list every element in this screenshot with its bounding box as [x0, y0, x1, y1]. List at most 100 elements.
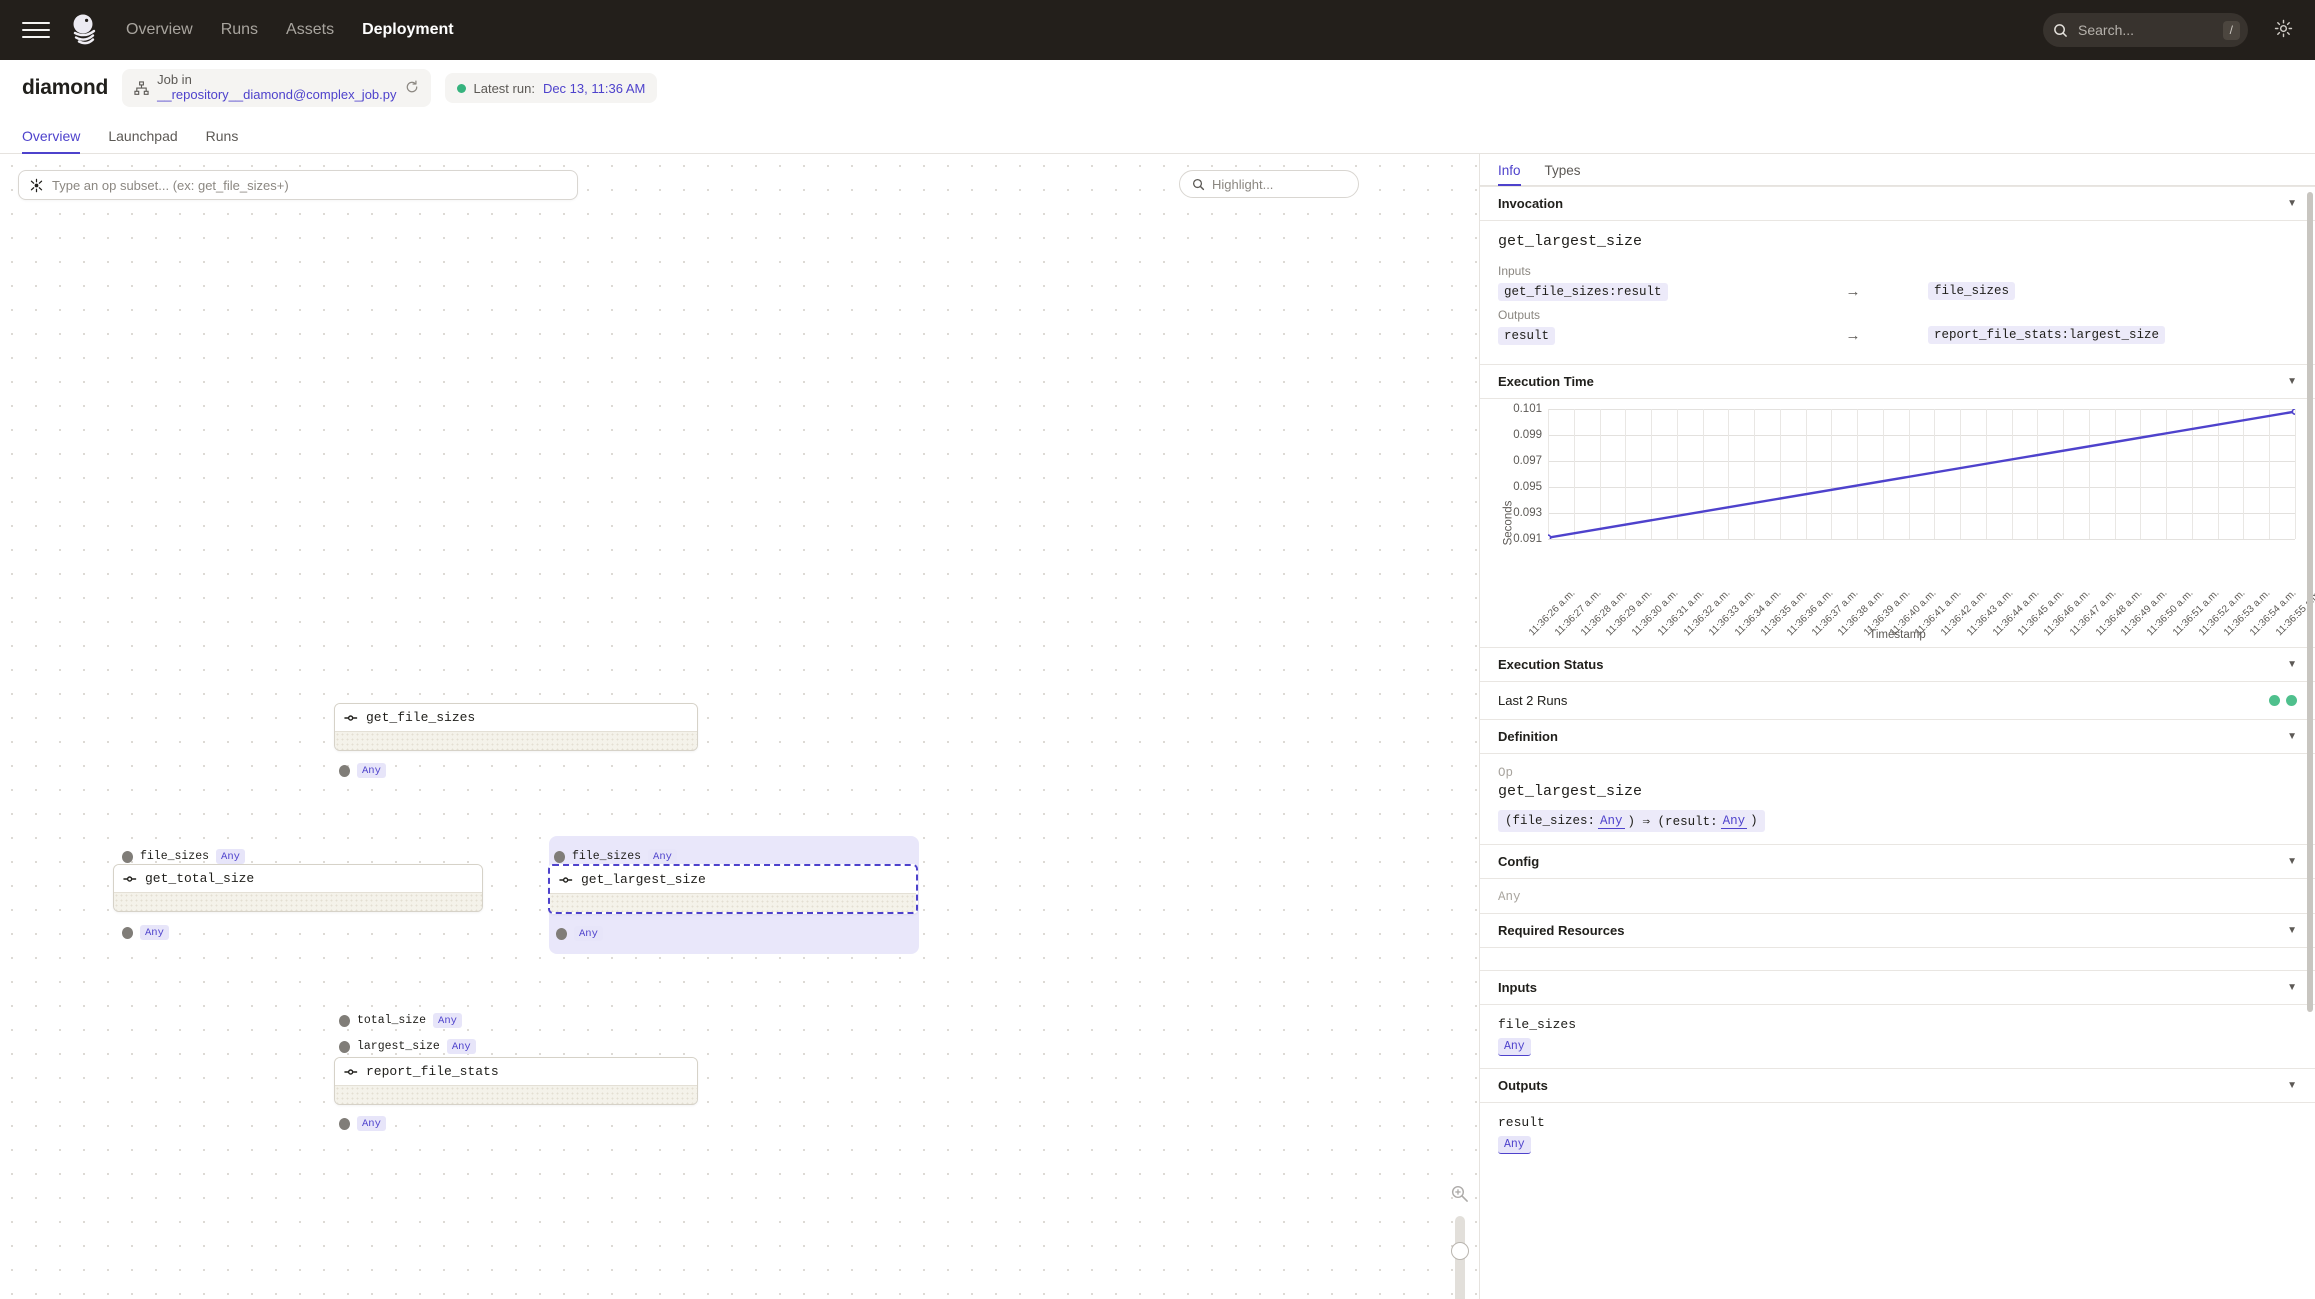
op-graph-canvas[interactable]: Type an op subset... (ex: get_file_sizes…: [0, 154, 1480, 1299]
gear-icon[interactable]: [2274, 19, 2293, 41]
reload-icon[interactable]: [405, 80, 419, 97]
tab-runs[interactable]: Runs: [192, 128, 253, 153]
input-handle-get_largest_size[interactable]: file_sizes Any: [554, 849, 677, 864]
graph-node-get_total_size[interactable]: get_total_size: [113, 864, 483, 912]
tab-types[interactable]: Types: [1533, 163, 1593, 185]
op-box[interactable]: get_file_sizes: [334, 703, 698, 751]
output-handle-get_largest_size[interactable]: Any: [556, 926, 603, 941]
latest-run-timestamp[interactable]: Dec 13, 11:36 AM: [543, 81, 645, 96]
execution-time-chart: Seconds 0.091 0.093 0.095 0.097 0.099 0.101 11…: [1480, 399, 2315, 647]
tab-launchpad[interactable]: Launchpad: [94, 128, 191, 153]
repository-link[interactable]: __repository__diamond@complex_job.py: [157, 87, 396, 103]
input-handle-get_total_size[interactable]: file_sizes Any: [122, 849, 245, 864]
inspector-scroll-area[interactable]: Invocation ▼ get_largest_size Inputs get…: [1480, 186, 2315, 1299]
search-shortcut-key: /: [2222, 20, 2240, 40]
section-title: Required Resources: [1498, 923, 1625, 938]
op-subset-input[interactable]: Type an op subset... (ex: get_file_sizes…: [18, 170, 578, 200]
op-icon: [344, 714, 358, 721]
invocation-input-target[interactable]: file_sizes: [1928, 282, 2016, 300]
op-box-selected[interactable]: get_largest_size: [548, 864, 918, 914]
section-header-execution-status[interactable]: Execution Status ▼: [1480, 647, 2315, 682]
chevron-down-icon[interactable]: ▼: [2287, 856, 2297, 867]
top-navigation-bar: Overview Runs Assets Deployment Search..…: [0, 0, 2315, 60]
definition-kind-label: Op: [1498, 766, 1514, 780]
op-name: get_total_size: [145, 871, 255, 886]
section-title: Execution Status: [1498, 657, 1604, 672]
handle-dot-icon: [554, 850, 565, 863]
zoom-in-icon[interactable]: [1450, 1184, 1469, 1206]
output-type-badge[interactable]: Any: [1498, 1136, 1531, 1154]
nav-link-overview[interactable]: Overview: [126, 21, 193, 39]
graph-node-report_file_stats[interactable]: report_file_stats: [334, 1057, 698, 1105]
global-search-input[interactable]: Search... /: [2043, 13, 2248, 47]
section-header-config[interactable]: Config ▼: [1480, 844, 2315, 879]
chevron-down-icon[interactable]: ▼: [2287, 1080, 2297, 1091]
output-name: result: [1498, 1115, 1545, 1130]
input-type-badge[interactable]: Any: [1498, 1038, 1531, 1056]
arrow-right-icon: →: [1845, 282, 1861, 300]
hamburger-menu-icon[interactable]: [22, 16, 50, 44]
signature-input-type[interactable]: Any: [1598, 814, 1625, 829]
inspector-panel: Info Types Invocation ▼ get_largest_size…: [1480, 154, 2315, 1299]
op-box-body: [114, 893, 482, 911]
chart-data-point[interactable]: [2291, 409, 2295, 415]
chevron-down-icon[interactable]: ▼: [2287, 731, 2297, 742]
highlight-input[interactable]: Highlight...: [1179, 170, 1359, 198]
section-header-inputs[interactable]: Inputs ▼: [1480, 970, 2315, 1005]
tab-info[interactable]: Info: [1498, 163, 1533, 186]
input-handle-report_file_stats-total_size[interactable]: total_size Any: [339, 1013, 462, 1028]
inspector-scrollbar[interactable]: [2307, 192, 2313, 1012]
handle-dot-icon: [122, 850, 133, 863]
section-header-outputs[interactable]: Outputs ▼: [1480, 1068, 2315, 1103]
section-title: Invocation: [1498, 196, 1564, 211]
op-icon: [344, 1068, 358, 1075]
tab-overview[interactable]: Overview: [22, 128, 94, 154]
chart-data-point[interactable]: [1548, 534, 1552, 539]
chart-plot-area: 0.091 0.093 0.095 0.097 0.099 0.101 11:36:26 a…: [1513, 403, 2315, 638]
chevron-down-icon[interactable]: ▼: [2287, 982, 2297, 993]
nav-link-runs[interactable]: Runs: [221, 21, 258, 39]
invocation-output-source[interactable]: result: [1498, 327, 1556, 345]
signature-middle: ) ⇒ (result:: [1627, 815, 1718, 829]
invocation-input-row: get_file_sizes:result → file_sizes: [1498, 282, 2297, 301]
chevron-down-icon[interactable]: ▼: [2287, 376, 2297, 387]
invocation-output-target[interactable]: report_file_stats:largest_size: [1928, 326, 2166, 344]
section-header-definition[interactable]: Definition ▼: [1480, 719, 2315, 754]
op-box-header: get_largest_size: [550, 866, 916, 894]
page-title: diamond: [22, 76, 109, 99]
dagster-logo-icon[interactable]: [66, 11, 104, 49]
run-status-dot[interactable]: [2286, 695, 2297, 706]
section-header-required-resources[interactable]: Required Resources ▼: [1480, 913, 2315, 948]
handle-name: file_sizes: [140, 850, 210, 863]
zoom-slider-thumb[interactable]: [1450, 1242, 1469, 1260]
graph-node-get_largest_size[interactable]: get_largest_size: [548, 864, 918, 914]
op-box[interactable]: get_total_size: [113, 864, 483, 912]
output-handle-get_total_size[interactable]: Any: [122, 925, 169, 940]
signature-output-type[interactable]: Any: [1720, 814, 1748, 829]
zoom-slider[interactable]: [1450, 1216, 1469, 1299]
graph-node-get_file_sizes[interactable]: get_file_sizes: [334, 703, 698, 751]
chevron-down-icon[interactable]: ▼: [2287, 659, 2297, 670]
section-body-outputs: result Any: [1480, 1103, 2315, 1166]
section-body-required-resources: [1480, 948, 2315, 970]
nav-link-assets[interactable]: Assets: [286, 21, 334, 39]
input-handle-report_file_stats-largest_size[interactable]: largest_size Any: [339, 1039, 476, 1054]
run-status-dot[interactable]: [2269, 695, 2280, 706]
section-header-execution-time[interactable]: Execution Time ▼: [1480, 364, 2315, 399]
latest-run-chip[interactable]: Latest run: Dec 13, 11:36 AM: [444, 73, 658, 103]
output-handle-get_file_sizes[interactable]: Any: [339, 763, 386, 778]
handle-dot-icon: [339, 764, 350, 777]
op-box[interactable]: report_file_stats: [334, 1057, 698, 1105]
invocation-op-name: get_largest_size: [1498, 233, 1643, 250]
arrow-right-icon: →: [1845, 326, 1861, 344]
chevron-down-icon[interactable]: ▼: [2287, 925, 2297, 936]
op-name: get_file_sizes: [366, 710, 476, 725]
invocation-input-source[interactable]: get_file_sizes:result: [1498, 283, 1668, 301]
handle-type-badge: Any: [357, 763, 386, 778]
section-header-invocation[interactable]: Invocation ▼: [1480, 186, 2315, 221]
chevron-down-icon[interactable]: ▼: [2287, 198, 2297, 209]
run-status-dot: [456, 83, 466, 93]
output-handle-report_file_stats[interactable]: Any: [339, 1116, 386, 1131]
nav-link-deployment[interactable]: Deployment: [362, 21, 454, 39]
job-graph-icon: [134, 80, 149, 95]
